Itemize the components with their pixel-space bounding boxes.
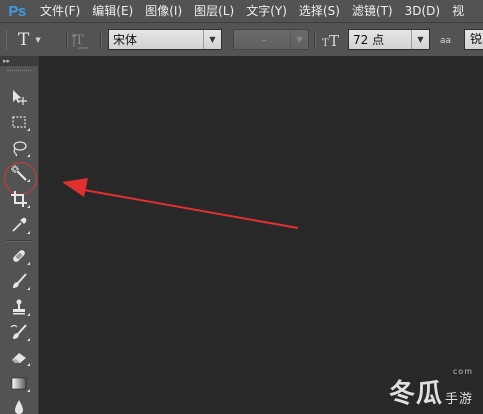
chevron-down-icon: ▼ xyxy=(411,30,429,49)
type-tool-icon: T xyxy=(18,30,30,50)
eyedropper-tool[interactable] xyxy=(6,214,32,236)
menu-select[interactable]: 选择(S) xyxy=(293,0,346,22)
font-size-value: 72 点 xyxy=(353,33,385,47)
move-icon xyxy=(13,90,27,105)
text-orientation-svg: T xyxy=(71,33,89,49)
watermark-url: com xyxy=(452,367,473,376)
text-orientation-icon[interactable]: T xyxy=(71,30,92,50)
divider xyxy=(100,30,102,50)
menu-layer[interactable]: 图层(L) xyxy=(188,0,240,22)
font-style-value: - xyxy=(261,32,267,47)
move-tool[interactable] xyxy=(6,86,32,108)
submenu-indicator-icon xyxy=(27,389,30,392)
menu-type[interactable]: 文字(Y) xyxy=(240,0,293,22)
submenu-indicator-icon xyxy=(27,287,30,290)
submenu-indicator-icon xyxy=(27,262,30,265)
submenu-indicator-icon xyxy=(27,338,30,341)
submenu-indicator-icon xyxy=(27,205,30,208)
font-size-select[interactable]: 72 点 ▼ xyxy=(348,29,430,50)
blur-tool[interactable] xyxy=(6,396,32,414)
divider xyxy=(314,30,316,50)
canvas-area[interactable] xyxy=(39,56,483,414)
menu-bar: Ps 文件(F) 编辑(E) 图像(I) 图层(L) 文字(Y) 选择(S) 滤… xyxy=(0,0,483,22)
eraser-icon xyxy=(12,353,26,363)
crop-icon xyxy=(11,191,27,207)
submenu-indicator-icon xyxy=(27,128,30,131)
toolbox-collapse-button[interactable]: ▸▸ xyxy=(0,56,38,66)
menu-view[interactable]: 视 xyxy=(446,0,470,22)
submenu-indicator-icon xyxy=(27,154,30,157)
rect-marquee-icon xyxy=(12,116,26,128)
svg-text:T: T xyxy=(75,33,84,48)
menu-edit[interactable]: 编辑(E) xyxy=(86,0,139,22)
watermark-sub: 手游 xyxy=(444,392,473,407)
options-grip[interactable] xyxy=(6,31,9,49)
healing-brush-tool[interactable] xyxy=(6,245,32,267)
menu-image[interactable]: 图像(I) xyxy=(139,0,188,22)
chevron-down-icon: ▼ xyxy=(35,36,41,44)
eyedropper-icon xyxy=(12,217,27,232)
history-brush-icon xyxy=(10,324,27,339)
font-family-select[interactable]: 宋体 ▼ xyxy=(108,29,222,50)
chevron-down-icon: ▼ xyxy=(290,30,308,49)
font-size-icon: T T xyxy=(322,31,344,53)
options-bar: T ▼ T 宋体 ▼ - ▼ T T 72 点 ▼ aa 锐 xyxy=(0,22,483,57)
menu-3d[interactable]: 3D(D) xyxy=(399,0,446,22)
clone-stamp-tool[interactable] xyxy=(6,296,32,318)
brush-icon xyxy=(13,273,27,288)
gradient-tool[interactable] xyxy=(6,372,32,394)
submenu-indicator-icon xyxy=(27,231,30,234)
lasso-tool[interactable] xyxy=(6,137,32,159)
antialias-icon: aa xyxy=(440,32,451,46)
marquee-tool[interactable] xyxy=(6,111,32,133)
font-style-select: - ▼ xyxy=(233,29,309,50)
watermark-text: 冬瓜 xyxy=(388,379,443,409)
tool-divider xyxy=(6,240,32,242)
toolbox-grip[interactable] xyxy=(7,70,31,73)
history-brush-tool[interactable] xyxy=(6,321,32,343)
submenu-indicator-icon xyxy=(27,363,30,366)
toolbox: ▸▸ xyxy=(0,56,39,414)
font-size-svg: T T xyxy=(322,32,339,50)
chevron-down-icon: ▼ xyxy=(203,30,221,49)
tool-preset-picker[interactable]: T ▼ xyxy=(18,28,62,52)
menu-filter[interactable]: 滤镜(T) xyxy=(346,0,399,22)
svg-text:T: T xyxy=(322,38,329,49)
submenu-indicator-icon xyxy=(27,313,30,316)
drop-icon xyxy=(15,400,23,414)
stamp-icon xyxy=(13,299,25,315)
crop-tool[interactable] xyxy=(6,188,32,210)
menu-file[interactable]: 文件(F) xyxy=(34,0,86,22)
antialias-select[interactable]: 锐 xyxy=(464,29,483,50)
photoshop-logo: Ps xyxy=(8,2,26,20)
svg-text:T: T xyxy=(329,32,339,49)
divider xyxy=(66,30,68,50)
gradient-icon xyxy=(11,377,27,390)
font-family-value: 宋体 xyxy=(113,33,138,47)
antialias-icon-label: aa xyxy=(440,36,452,46)
brush-tool[interactable] xyxy=(6,270,32,292)
bandage-icon xyxy=(13,250,25,262)
eraser-tool[interactable] xyxy=(6,346,32,368)
watermark-logo: 冬瓜 手游 com xyxy=(388,367,473,410)
lasso-icon xyxy=(13,141,27,157)
